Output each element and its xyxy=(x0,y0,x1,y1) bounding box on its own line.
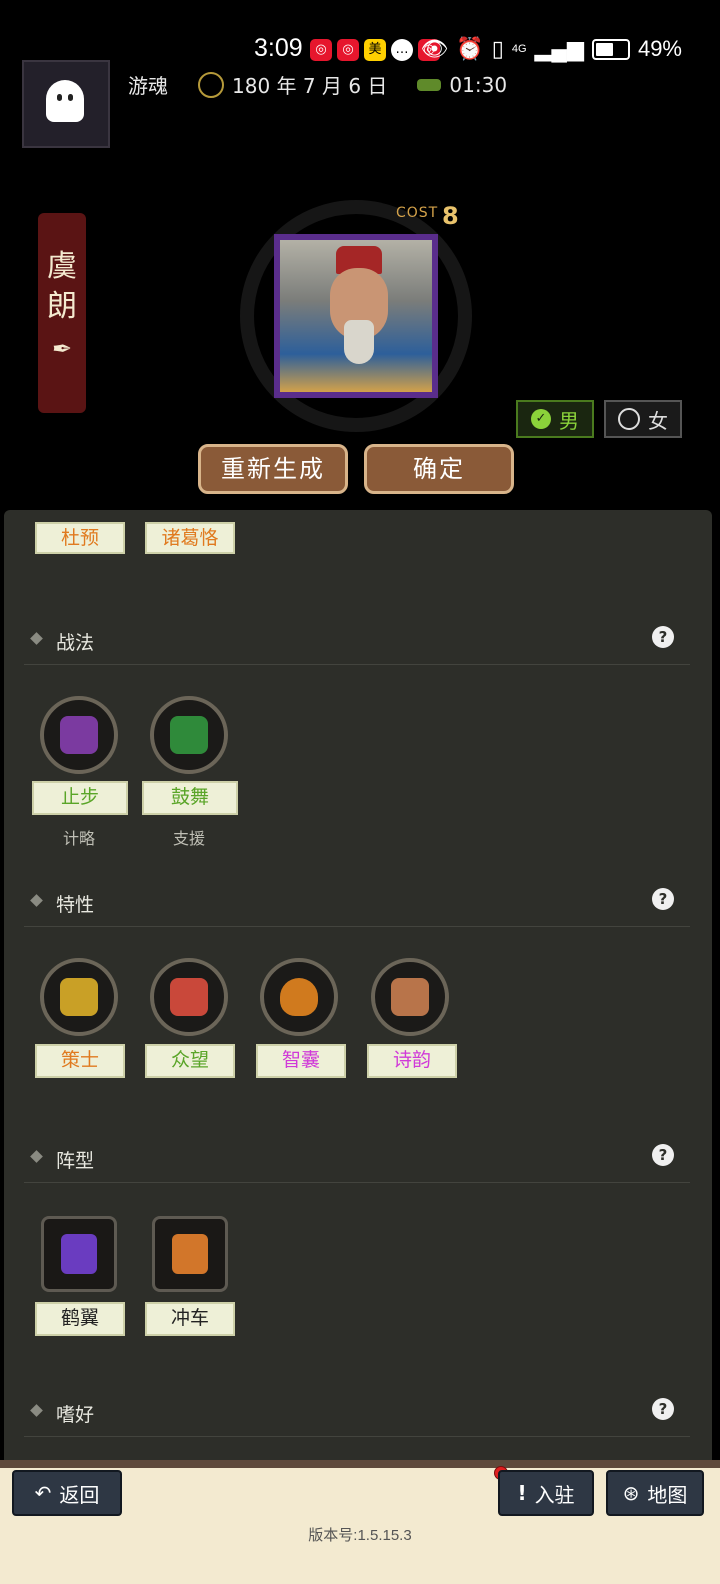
diamond-icon xyxy=(30,632,43,645)
status-time: 3:09 xyxy=(254,34,303,62)
weibo-icon: ◎ xyxy=(310,39,332,61)
hero-portrait[interactable] xyxy=(274,234,438,398)
chat-icon: … xyxy=(391,39,413,61)
game-clock: 01:30 xyxy=(449,72,508,97)
gender-female-label: 女 xyxy=(648,408,668,433)
hero-name-banner[interactable]: 虞 朗 ✒ xyxy=(38,213,86,413)
section-title: 嗜好 xyxy=(56,1404,95,1426)
map-icon: ⊛ xyxy=(622,1481,640,1505)
cost-value: 8 xyxy=(442,202,459,230)
tactic-icon-boot[interactable] xyxy=(40,696,118,774)
related-tag[interactable]: 杜预 xyxy=(35,522,125,554)
section-formation: 阵型 ? xyxy=(24,1138,690,1183)
weibo-icon: ◎ xyxy=(337,39,359,61)
player-avatar[interactable] xyxy=(22,60,110,148)
tactic-tag[interactable]: 鼓舞 xyxy=(142,781,238,815)
exclamation-icon: ! xyxy=(517,1481,527,1505)
check-icon: ✓ xyxy=(531,409,551,429)
gender-male-label: 男 xyxy=(559,408,579,433)
confirm-button[interactable]: 确定 xyxy=(364,444,514,494)
section-title: 阵型 xyxy=(56,1150,95,1172)
horse-icon xyxy=(417,78,442,91)
cheer-icon xyxy=(170,716,208,754)
crowd-icon xyxy=(170,978,208,1016)
pouch-icon xyxy=(280,978,318,1016)
eye-icon: 👁 xyxy=(420,36,449,61)
meituan-icon: 美 xyxy=(364,39,386,61)
map-label: 地图 xyxy=(647,1482,688,1507)
trait-tag[interactable]: 策士 xyxy=(35,1044,125,1078)
section-title: 特性 xyxy=(56,894,95,916)
radio-empty-icon xyxy=(618,408,640,430)
alarm-icon: ⏰ xyxy=(456,36,484,61)
trait-tag[interactable]: 诗韵 xyxy=(367,1044,457,1078)
cost-label: COST xyxy=(396,205,439,221)
player-name: 游魂 xyxy=(128,74,168,98)
game-date: 180 年 7 月 6 日 xyxy=(232,74,388,98)
tactic-icon-cheer[interactable] xyxy=(150,696,228,774)
trait-icon[interactable] xyxy=(371,958,449,1036)
help-icon[interactable]: ? xyxy=(652,626,674,648)
attributes-panel[interactable]: 杜预 诸葛恪 战法 ? 止步 鼓舞 计略 支援 特性 ? 策士 众望 智囊 诗韵… xyxy=(4,510,712,1460)
diamond-icon xyxy=(30,1404,43,1417)
gender-male-option[interactable]: ✓ 男 xyxy=(516,400,594,438)
back-label: 返回 xyxy=(59,1482,100,1507)
tactic-tag[interactable]: 止步 xyxy=(32,781,128,815)
help-icon[interactable]: ? xyxy=(652,1398,674,1420)
back-button[interactable]: ↶ 返回 xyxy=(12,1470,122,1516)
strategist-hat-icon xyxy=(60,978,98,1016)
regenerate-button[interactable]: 重新生成 xyxy=(198,444,348,494)
system-status: 👁 ⏰ ▯ 4G ▂▄▆ 49% xyxy=(420,36,682,62)
top-info-bar: 游魂 180 年 7 月 6 日 01:30 xyxy=(128,70,507,99)
section-tactics: 战法 ? xyxy=(24,620,690,665)
help-icon[interactable]: ? xyxy=(652,1144,674,1166)
map-button[interactable]: ⊛ 地图 xyxy=(606,1470,704,1516)
formation-tag[interactable]: 鹤翼 xyxy=(35,1302,125,1336)
formation-icon[interactable] xyxy=(152,1216,228,1292)
diamond-icon xyxy=(30,894,43,907)
back-arrow-icon: ↶ xyxy=(34,1481,52,1505)
quill-edit-icon: ✒ xyxy=(52,335,73,363)
scroll-icon xyxy=(391,978,429,1016)
settle-button[interactable]: ! 入驻 xyxy=(498,1470,594,1516)
help-icon[interactable]: ? xyxy=(652,888,674,910)
trait-icon[interactable] xyxy=(40,958,118,1036)
version-text: 版本号:1.5.15.3 xyxy=(308,1527,412,1544)
hero-name-char: 虞 xyxy=(47,249,77,284)
trait-icon[interactable] xyxy=(150,958,228,1036)
trait-tag[interactable]: 众望 xyxy=(145,1044,235,1078)
gender-female-option[interactable]: 女 xyxy=(604,400,682,438)
hero-name-char: 朗 xyxy=(47,289,77,324)
formation-icon[interactable] xyxy=(41,1216,117,1292)
diamond-icon xyxy=(30,1150,43,1163)
trait-icon[interactable] xyxy=(260,958,338,1036)
ghost-icon xyxy=(46,80,84,122)
tactic-type: 支援 xyxy=(172,829,205,848)
bottom-bar-edge xyxy=(0,1460,720,1468)
related-tag[interactable]: 诸葛恪 xyxy=(145,522,235,554)
section-hobby: 嗜好 ? xyxy=(24,1392,690,1437)
network-label: 4G xyxy=(511,43,527,55)
tactic-type: 计略 xyxy=(62,829,95,848)
calendar-icon xyxy=(198,71,224,98)
trait-tag[interactable]: 智囊 xyxy=(256,1044,346,1078)
formation-tag[interactable]: 冲车 xyxy=(145,1302,235,1336)
trojan-horse-icon xyxy=(172,1234,208,1274)
vibrate-icon: ▯ xyxy=(491,36,504,61)
boot-icon xyxy=(60,716,98,754)
helmet-icon xyxy=(61,1234,97,1274)
battery-text: 49% xyxy=(637,36,682,61)
battery-icon xyxy=(591,38,630,60)
signal-icon: ▂▄▆ xyxy=(534,36,584,61)
section-traits: 特性 ? xyxy=(24,882,690,927)
section-title: 战法 xyxy=(56,632,95,654)
settle-label: 入驻 xyxy=(534,1482,575,1507)
